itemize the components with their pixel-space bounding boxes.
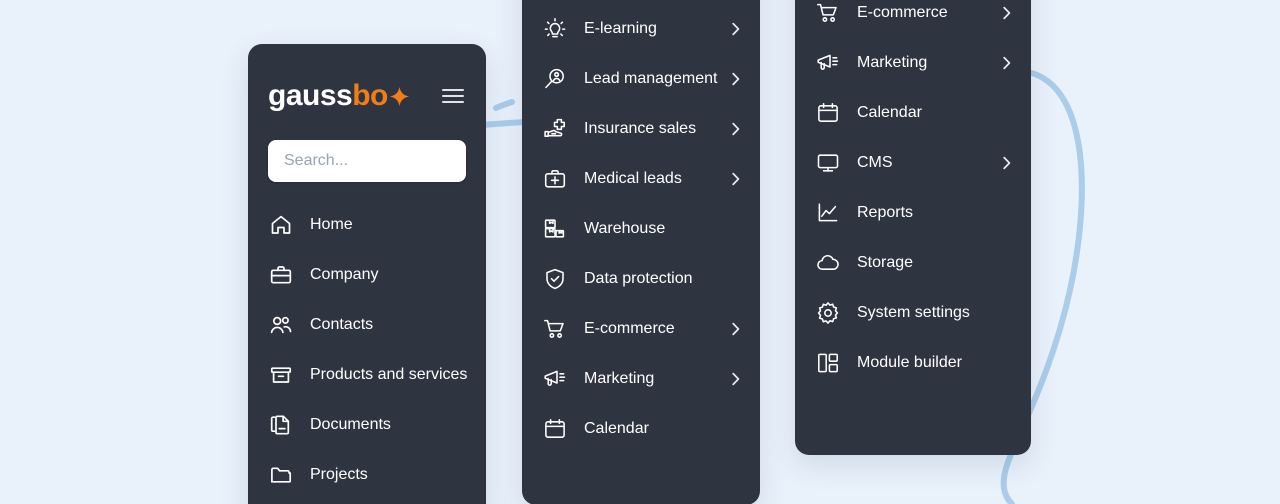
flyout-item-lead-management[interactable]: Lead management: [522, 54, 760, 104]
sidebar-header: gauss bo: [248, 44, 486, 118]
flyout-item-label: Storage: [857, 254, 914, 271]
chevron-right-icon: [1001, 4, 1013, 22]
chevron-right-icon: [730, 320, 742, 338]
flyout-item-label: Data protection: [584, 270, 693, 287]
flyout-item-calendar[interactable]: Calendar: [522, 404, 760, 454]
hamburger-line: [442, 94, 464, 98]
megaphone-icon: [815, 50, 841, 76]
primary-sidebar: gaussbo Home: [248, 44, 486, 504]
sidebar-item-label: Products and services: [310, 366, 468, 383]
flyout2-item-cms[interactable]: CMS: [795, 138, 1031, 188]
chevron-right-icon: [730, 170, 742, 188]
magnifier-user-icon: [542, 66, 568, 92]
flyout-item-label: Reports: [857, 204, 914, 221]
brand-logo[interactable]: gauss bo: [268, 81, 410, 111]
flyout2-item-reports[interactable]: Reports: [795, 188, 1031, 238]
flyout-item-label: Lead management: [584, 70, 718, 87]
documents-icon: [268, 412, 294, 438]
sidebar-item-documents[interactable]: Documents: [248, 400, 486, 450]
flyout-item-e-commerce[interactable]: E-commerce: [522, 304, 760, 354]
archive-box-icon: [268, 362, 294, 388]
sidebar-item-label: Documents: [310, 416, 391, 433]
sidebar-item-label: Contacts: [310, 316, 374, 333]
shield-check-icon: [542, 266, 568, 292]
flyout-secondary-list: Data protection E-commerce: [795, 0, 1031, 388]
flyout2-item-system-settings[interactable]: System settings: [795, 288, 1031, 338]
flyout-menu-primary: Human resources E-learning: [522, 0, 760, 504]
hamburger-menu-icon[interactable]: [442, 88, 464, 104]
sidebar-item-home[interactable]: Home: [248, 200, 486, 250]
brand-logo-box: bo: [352, 79, 388, 112]
flyout-item-insurance-sales[interactable]: Insurance sales: [522, 104, 760, 154]
warehouse-boxes-icon: [542, 216, 568, 242]
flyout2-item-calendar[interactable]: Calendar: [795, 88, 1031, 138]
module-layout-icon: [815, 350, 841, 376]
sidebar-item-label: Projects: [310, 466, 368, 483]
chevron-right-icon: [730, 120, 742, 138]
flyout-item-label: Medical leads: [584, 170, 682, 187]
flyout-item-label: Marketing: [857, 54, 928, 71]
sidebar-item-company[interactable]: Company: [248, 250, 486, 300]
hamburger-line: [442, 88, 464, 91]
flyout-menu-secondary: Data protection E-commerce: [795, 0, 1031, 455]
sidebar-item-label: Home: [310, 216, 353, 233]
flyout-item-label: System settings: [857, 304, 970, 321]
sidebar-nav-list: Home Company Contacts Products and servi…: [248, 182, 486, 500]
flyout2-item-storage[interactable]: Storage: [795, 238, 1031, 288]
calendar-icon: [815, 100, 841, 126]
hamburger-line: [442, 101, 464, 104]
lightbulb-icon: [542, 16, 568, 42]
flyout2-item-marketing[interactable]: Marketing: [795, 38, 1031, 88]
chevron-right-icon: [730, 20, 742, 38]
decor-curve-top: [493, 99, 515, 111]
chevron-right-icon: [730, 70, 742, 88]
briefcase-icon: [268, 262, 294, 288]
chevron-right-icon: [1001, 54, 1013, 72]
flyout-item-label: E-learning: [584, 20, 657, 37]
flyout-item-label: Warehouse: [584, 220, 666, 237]
flyout-item-label: E-commerce: [584, 320, 675, 337]
flyout-item-label: E-commerce: [857, 4, 948, 21]
folder-icon: [268, 462, 294, 488]
search-input[interactable]: [268, 140, 466, 182]
flyout-item-label: Calendar: [584, 420, 649, 437]
line-chart-icon: [815, 200, 841, 226]
flyout-item-label: Calendar: [857, 104, 922, 121]
flyout-item-label: Insurance sales: [584, 120, 697, 137]
sidebar-item-label: Company: [310, 266, 379, 283]
flyout-item-data-protection[interactable]: Data protection: [522, 254, 760, 304]
flyout2-item-module-builder[interactable]: Module builder: [795, 338, 1031, 388]
calendar-icon: [542, 416, 568, 442]
flyout-item-label: Marketing: [584, 370, 655, 387]
cloud-icon: [815, 250, 841, 276]
flyout2-item-e-commerce[interactable]: E-commerce: [795, 0, 1031, 38]
megaphone-icon: [542, 366, 568, 392]
hand-medical-icon: [542, 116, 568, 142]
search-container: [248, 118, 486, 182]
flyout-item-medical-leads[interactable]: Medical leads: [522, 154, 760, 204]
sidebar-item-projects[interactable]: Projects: [248, 450, 486, 500]
star-four-point-icon: [389, 86, 410, 107]
flyout-item-label: CMS: [857, 154, 893, 171]
home-icon: [268, 212, 294, 238]
flyout-item-marketing[interactable]: Marketing: [522, 354, 760, 404]
flyout-item-warehouse[interactable]: Warehouse: [522, 204, 760, 254]
gear-icon: [815, 300, 841, 326]
medical-kit-icon: [542, 166, 568, 192]
sidebar-item-contacts[interactable]: Contacts: [248, 300, 486, 350]
shopping-cart-icon: [815, 0, 841, 26]
chevron-right-icon: [1001, 154, 1013, 172]
flyout-primary-list: Human resources E-learning: [522, 0, 760, 454]
shopping-cart-icon: [542, 316, 568, 342]
monitor-icon: [815, 150, 841, 176]
sidebar-item-products-and-services[interactable]: Products and services: [248, 350, 486, 400]
flyout-item-e-learning[interactable]: E-learning: [522, 4, 760, 54]
users-icon: [268, 312, 294, 338]
chevron-right-icon: [730, 370, 742, 388]
brand-logo-gauss: gauss: [268, 79, 353, 112]
flyout-item-label: Module builder: [857, 354, 962, 371]
